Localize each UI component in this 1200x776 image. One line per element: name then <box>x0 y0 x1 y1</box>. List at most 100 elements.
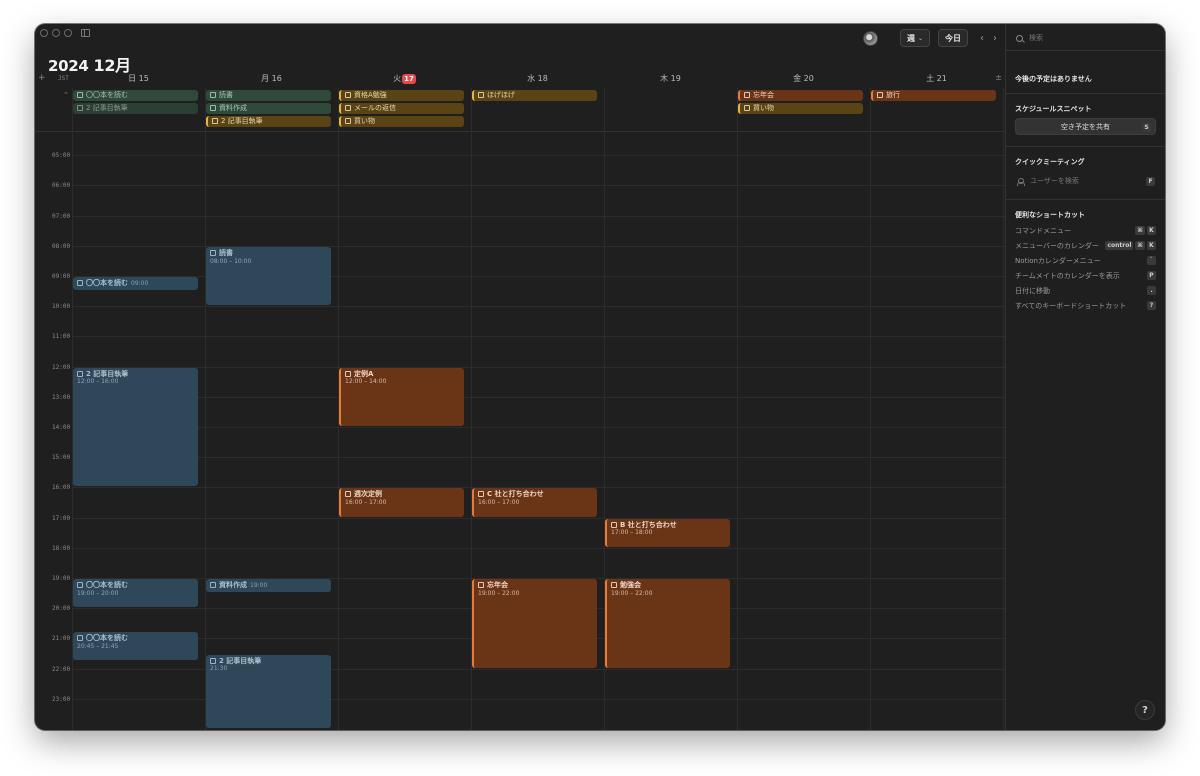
search-field[interactable]: 検索 <box>1016 33 1043 43</box>
allday-event[interactable]: 資格A勉強 <box>339 90 464 101</box>
day-number: 16 <box>269 74 282 83</box>
timed-event[interactable]: 資料作成 19:00 <box>206 579 331 593</box>
hour-label: 16:00 <box>52 484 71 492</box>
allday-event[interactable]: 買い物 <box>738 103 863 114</box>
event-icon <box>77 280 83 286</box>
share-shortcut-key: S <box>1142 123 1151 132</box>
event-title: 買い物 <box>753 104 774 112</box>
timed-event[interactable]: C 社と打ち合わせ 16:00 – 17:00 <box>472 488 597 517</box>
event-title: 読書 <box>219 248 233 257</box>
hour-label: 19:00 <box>52 575 71 582</box>
event-icon <box>210 105 216 111</box>
allday-event[interactable]: 資料作成 <box>206 103 331 114</box>
hour-label: 20:00 <box>52 605 71 613</box>
timed-event[interactable]: 〇〇本を読む 19:00 – 20:00 <box>73 579 198 608</box>
collapse-allday-icon[interactable]: ⌃ <box>63 91 69 99</box>
timed-event[interactable]: 〇〇本を読む 20:45 – 21:45 <box>73 631 198 661</box>
user-search-shortcut-key: F <box>1146 176 1155 186</box>
timed-event[interactable]: 定例A 12:00 – 14:00 <box>339 367 464 426</box>
shortcut-keys: . <box>1147 286 1156 295</box>
day-of-week: 木 <box>660 74 669 83</box>
event-time: 19:00 – 20:00 <box>77 589 119 597</box>
sidebar-toggle-icon[interactable] <box>81 29 90 37</box>
zoom-window-button[interactable] <box>64 29 72 37</box>
minimize-window-button[interactable] <box>52 29 60 37</box>
share-label: 空き予定を共有 <box>1061 122 1110 131</box>
event-icon <box>210 92 216 98</box>
hour-label: 21:00 <box>52 635 71 643</box>
hour-line <box>72 336 1005 338</box>
allday-event[interactable]: 〇〇本を読む <box>73 90 198 101</box>
shortcut-row[interactable]: コマンドメニュー ⌘ K <box>1015 225 1156 236</box>
day-header-0[interactable]: 日 15 <box>72 72 205 86</box>
today-badge: 17 <box>402 74 416 84</box>
help-button[interactable]: ? <box>1135 700 1155 720</box>
view-select-button[interactable]: 週 ⌄ <box>900 29 930 47</box>
header-menu-icon[interactable]: ± <box>995 73 1002 82</box>
view-label: 週 <box>906 33 915 43</box>
timed-event[interactable]: B 社と打ち合わせ 17:00 – 18:00 <box>605 518 730 547</box>
event-icon <box>77 92 83 98</box>
timezone-label: JST <box>58 75 69 82</box>
event-icon <box>210 249 216 256</box>
shortcut-key: ⌘ <box>1135 226 1145 235</box>
day-number: 15 <box>136 74 149 83</box>
avatar[interactable] <box>863 30 878 46</box>
day-header-3[interactable]: 水 18 <box>471 72 604 86</box>
add-timezone-icon[interactable]: + <box>38 73 46 83</box>
day-header-2[interactable]: 火 17 <box>338 72 471 86</box>
allday-event[interactable]: 旅行 <box>871 90 996 101</box>
event-time: 19:00 – 22:00 <box>611 589 653 597</box>
today-button[interactable]: 今日 <box>938 29 968 47</box>
timed-event[interactable]: 週次定例 16:00 – 17:00 <box>339 488 464 517</box>
event-title: 読書 <box>219 91 233 99</box>
share-availability-button[interactable]: 空き予定を共有 S <box>1015 118 1156 135</box>
allday-event[interactable]: ほげほげ <box>472 90 597 101</box>
day-header-6[interactable]: 土 21 <box>870 72 1003 86</box>
calendar-window: 2024 12月 週 ⌄ 今日 ‹ › + JST 日 15 月 16 火 17 水 1… <box>35 24 1165 730</box>
allday-event[interactable]: メールの返信 <box>339 103 464 114</box>
divider <box>1006 199 1165 200</box>
hour-label: 18:00 <box>52 544 71 552</box>
hour-line <box>72 185 1005 187</box>
event-icon <box>77 634 83 641</box>
close-window-button[interactable] <box>40 29 48 37</box>
shortcut-row[interactable]: メニューバーのカレンダー control ⌘ K <box>1015 240 1156 251</box>
event-title: 2 記事目執筆 <box>219 656 262 665</box>
event-icon <box>877 92 883 98</box>
allday-event[interactable]: 読書 <box>206 90 331 101</box>
prev-week-icon[interactable]: ‹ <box>980 33 984 44</box>
allday-event[interactable]: 忘年会 <box>738 90 863 101</box>
day-header-5[interactable]: 金 20 <box>737 72 870 86</box>
shortcut-row[interactable]: すべてのキーボードショートカット? <box>1015 300 1156 311</box>
user-search-field[interactable]: ユーザーを検索 F <box>1017 176 1155 186</box>
column-divider <box>205 88 206 730</box>
hour-label: 14:00 <box>52 424 71 431</box>
timed-event[interactable]: 〇〇本を読む 09:00 <box>73 277 198 291</box>
divider <box>1006 146 1165 147</box>
shortcut-row[interactable]: Notionカレンダーメニュー ` <box>1015 255 1156 266</box>
day-header-1[interactable]: 月 16 <box>205 72 338 86</box>
timed-event[interactable]: 勉強会 19:00 – 22:00 <box>605 579 730 668</box>
next-week-icon[interactable]: › <box>993 33 997 44</box>
event-title: 旅行 <box>886 91 900 99</box>
event-icon <box>744 105 750 111</box>
timed-event[interactable]: 2 記事目執筆 21:30 <box>206 654 331 728</box>
shortcut-row[interactable]: チームメイトのカレンダーを表示 P <box>1015 270 1156 281</box>
event-icon <box>212 118 218 124</box>
event-title: ほげほげ <box>487 91 515 99</box>
timed-event[interactable]: 忘年会 19:00 – 22:00 <box>472 579 597 668</box>
day-header-4[interactable]: 木 19 <box>604 72 737 86</box>
shortcut-keys: ? <box>1147 301 1156 310</box>
time-grid[interactable]: 05:00 06:00 07:00 08:00 09:00 10:00 11:00 12:00… <box>35 88 1005 730</box>
shortcut-row[interactable]: 日付に移動. <box>1015 285 1156 296</box>
timed-event[interactable]: 読書 08:00 – 10:00 <box>206 246 331 306</box>
event-title: 週次定例 <box>354 490 382 499</box>
timed-event[interactable]: 2 記事目執筆 12:00 – 16:00 <box>73 367 198 487</box>
event-icon <box>478 582 484 588</box>
allday-event[interactable]: 2 記事目執筆 <box>206 116 331 127</box>
event-icon <box>345 370 351 377</box>
allday-event[interactable]: 買い物 <box>339 116 464 127</box>
allday-event[interactable]: 2 記事目執筆 <box>73 103 198 114</box>
shortcut-label: 日付に移動 <box>1015 286 1050 295</box>
